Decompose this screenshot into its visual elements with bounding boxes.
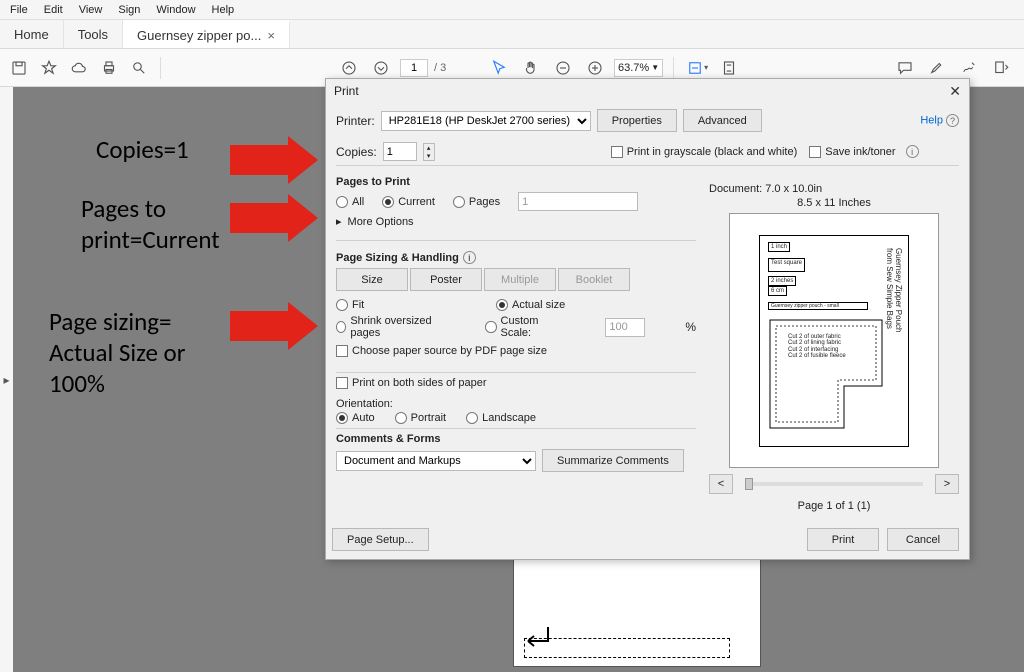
zoom-select[interactable]: 63.7%▼ — [614, 59, 663, 77]
comment-icon[interactable] — [892, 55, 918, 81]
print-button[interactable]: Print — [807, 528, 879, 551]
percent-label: % — [685, 320, 696, 334]
star-icon[interactable] — [36, 55, 62, 81]
print-preview: Guernsey Zipper Pouchfrom Sew Simple Bag… — [729, 213, 939, 468]
tab-document[interactable]: Guernsey zipper po... × — [123, 20, 290, 48]
cloud-icon[interactable] — [66, 55, 92, 81]
menu-window[interactable]: Window — [150, 2, 201, 18]
duplex-checkbox[interactable]: Print on both sides of paper — [336, 377, 487, 389]
zoom-out-icon[interactable] — [550, 55, 576, 81]
page-total: 3 — [440, 62, 446, 74]
info-icon: i — [463, 251, 476, 264]
menu-file[interactable]: File — [4, 2, 34, 18]
sign-icon[interactable] — [956, 55, 982, 81]
pages-all-radio[interactable]: All — [336, 196, 364, 208]
page-setup-button[interactable]: Page Setup... — [332, 528, 429, 551]
custom-scale-radio[interactable]: Custom Scale: — [485, 315, 565, 339]
help-link[interactable]: Help ? — [920, 114, 959, 127]
preview-doc-title: Guernsey Zipper Pouchfrom Sew Simple Bag… — [884, 248, 902, 333]
summarize-button[interactable]: Summarize Comments — [542, 449, 684, 472]
fit-radio[interactable]: Fit — [336, 299, 456, 311]
menu-sign[interactable]: Sign — [112, 2, 146, 18]
multiple-tab-button[interactable]: Multiple — [484, 268, 556, 291]
preview-cut-text: Cut 2 of outer fabricCut 2 of lining fab… — [788, 334, 846, 360]
tab-close-icon[interactable]: × — [267, 28, 275, 43]
custom-scale-input — [605, 318, 645, 337]
pages-range-input — [518, 192, 638, 211]
fit-page-icon[interactable] — [716, 55, 742, 81]
info-icon: i — [906, 145, 919, 158]
menu-help[interactable]: Help — [206, 2, 241, 18]
menu-edit[interactable]: Edit — [38, 2, 69, 18]
zoom-in-icon[interactable] — [582, 55, 608, 81]
actual-size-radio[interactable]: Actual size — [496, 299, 565, 311]
grayscale-checkbox[interactable]: Print in grayscale (black and white) — [611, 146, 798, 158]
preview-page-label: Page 1 of 1 (1) — [709, 500, 959, 512]
poster-tab-button[interactable]: Poster — [410, 268, 482, 291]
copies-label: Copies: — [336, 145, 377, 159]
orientation-landscape-radio[interactable]: Landscape — [466, 412, 536, 424]
save-icon[interactable] — [6, 55, 32, 81]
tab-tools[interactable]: Tools — [64, 20, 123, 48]
annotation-pages: Pages to print=Current — [81, 193, 220, 255]
pages-current-radio[interactable]: Current — [382, 196, 435, 208]
cancel-button[interactable]: Cancel — [887, 528, 959, 551]
more-options-toggle[interactable]: ▸ More Options — [336, 215, 696, 228]
booklet-tab-button[interactable]: Booklet — [558, 268, 630, 291]
preview-label-bar: Guernsey zipper pouch - small — [768, 302, 868, 310]
printer-select[interactable]: HP281E18 (HP DeskJet 2700 series) — [381, 111, 591, 131]
menu-bar: File Edit View Sign Window Help — [0, 0, 1024, 20]
tab-document-label: Guernsey zipper po... — [137, 28, 261, 43]
save-ink-checkbox[interactable]: Save ink/toner — [809, 146, 895, 158]
dialog-title: Print — [334, 84, 359, 98]
annotation-sizing: Page sizing= Actual Size or 100% — [49, 306, 185, 399]
preview-next-button[interactable]: > — [935, 474, 959, 494]
menu-view[interactable]: View — [73, 2, 109, 18]
shrink-radio[interactable]: Shrink oversized pages — [336, 315, 445, 339]
select-tool-icon[interactable] — [486, 55, 512, 81]
annotation-copies: Copies=1 — [96, 134, 189, 165]
copies-input[interactable] — [383, 142, 417, 161]
orientation-auto-radio[interactable]: Auto — [336, 412, 375, 424]
preview-slider[interactable] — [745, 482, 923, 486]
advanced-button[interactable]: Advanced — [683, 109, 762, 132]
doc-dimensions-label: Document: 7.0 x 10.0in — [709, 183, 959, 195]
search-icon[interactable] — [126, 55, 152, 81]
side-panel-toggle[interactable]: ▸ — [0, 87, 13, 672]
fit-width-icon[interactable]: ▾ — [684, 55, 710, 81]
pages-range-radio[interactable]: Pages — [453, 196, 500, 208]
app-tab-bar: Home Tools Guernsey zipper po... × — [0, 20, 1024, 49]
hand-tool-icon[interactable] — [518, 55, 544, 81]
comments-heading: Comments & Forms — [336, 433, 696, 445]
print-icon[interactable] — [96, 55, 122, 81]
orientation-label: Orientation: — [336, 398, 696, 410]
printer-label: Printer: — [336, 114, 375, 128]
arrow-graphic-icon — [520, 623, 550, 653]
highlight-icon[interactable] — [924, 55, 950, 81]
page-up-icon[interactable] — [336, 55, 362, 81]
close-icon[interactable]: ✕ — [949, 83, 961, 100]
help-info-icon: ? — [946, 114, 959, 127]
preview-two-inches: 2 inches — [768, 276, 796, 286]
properties-button[interactable]: Properties — [597, 109, 677, 132]
paper-source-checkbox[interactable]: Choose paper source by PDF page size — [336, 345, 547, 357]
preview-six-cm: 6 cm — [768, 286, 787, 296]
page-number-input[interactable] — [400, 59, 428, 77]
tab-home[interactable]: Home — [0, 20, 64, 48]
preview-one-inch: 1 inch — [768, 242, 790, 252]
comments-select[interactable]: Document and Markups — [336, 451, 536, 471]
copies-spinner[interactable]: ▴▾ — [423, 143, 435, 161]
orientation-portrait-radio[interactable]: Portrait — [395, 412, 446, 424]
sizing-heading: Page Sizing & Handlingi — [336, 251, 696, 264]
pages-to-print-heading: Pages to Print — [336, 176, 696, 188]
size-tab-button[interactable]: Size — [336, 268, 408, 291]
page-down-icon[interactable] — [368, 55, 394, 81]
sheet-dimensions-label: 8.5 x 11 Inches — [709, 197, 959, 209]
preview-prev-button[interactable]: < — [709, 474, 733, 494]
print-dialog: Print ✕ Printer: HP281E18 (HP DeskJet 27… — [325, 78, 970, 560]
more-tools-icon[interactable] — [988, 55, 1014, 81]
preview-test-square: Test square — [768, 258, 805, 272]
